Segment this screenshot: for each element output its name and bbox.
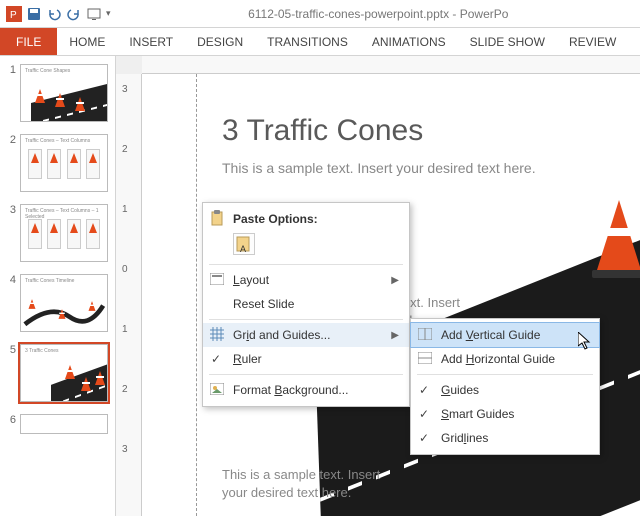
thumbnail-slide-4[interactable]: Traffic Cones Timeline — [20, 274, 108, 332]
menu-label: Reset Slide — [233, 297, 294, 311]
thumbnail-row[interactable]: 2 Traffic Cones – Text Columns — [0, 132, 115, 194]
check-icon: ✓ — [211, 352, 221, 366]
check-icon: ✓ — [419, 407, 429, 421]
powerpoint-icon: P — [6, 6, 22, 22]
menu-ruler[interactable]: ✓ Ruler — [203, 347, 409, 371]
vertical-guide-icon — [417, 328, 433, 343]
ruler-tick: 3 — [122, 84, 128, 95]
paste-options-row: A — [203, 231, 409, 261]
context-menu: Paste Options: A Layout ▶ Reset Slide Gr… — [202, 202, 410, 407]
save-icon[interactable] — [26, 6, 42, 22]
tab-transitions[interactable]: TRANSITIONS — [255, 35, 360, 49]
thumbnail-slide-2[interactable]: Traffic Cones – Text Columns — [20, 134, 108, 192]
traffic-cone-graphic — [597, 200, 640, 278]
thumbnail-slide-1[interactable]: Traffic Cone Shapes — [20, 64, 108, 122]
vertical-ruler[interactable]: 3 2 1 0 1 2 3 — [116, 74, 142, 516]
slide-subtitle[interactable]: This is a sample text. Insert your desir… — [222, 160, 536, 176]
thumbnail-number: 5 — [4, 344, 16, 356]
format-background-icon — [209, 383, 225, 398]
menu-grid-guides[interactable]: Grid and Guides... ▶ — [203, 323, 409, 347]
menu-label: Smart Guides — [441, 407, 514, 421]
clipboard-icon — [209, 210, 225, 229]
menu-add-vertical-guide[interactable]: Add Vertical Guide — [410, 322, 600, 348]
tab-home[interactable]: HOME — [57, 35, 117, 49]
thumbnail-number: 6 — [4, 414, 16, 426]
menu-label: Paste Options: — [233, 212, 318, 226]
quick-access-toolbar: P ▾ — [0, 6, 117, 22]
slide-thumbnail-panel[interactable]: 1 Traffic Cone Shapes 2 Traffic Cones – … — [0, 56, 116, 516]
tab-insert[interactable]: INSERT — [117, 35, 185, 49]
thumbnail-number: 2 — [4, 134, 16, 146]
window-title: 6112-05-traffic-cones-powerpoint.pptx - … — [117, 7, 640, 21]
menu-label: Format Background... — [233, 383, 348, 397]
submenu-arrow-icon: ▶ — [391, 275, 399, 286]
thumbnail-row[interactable]: 6 — [0, 412, 115, 436]
file-tab[interactable]: FILE — [0, 28, 57, 55]
menu-label: Ruler — [233, 352, 262, 366]
thumbnail-slide-6[interactable] — [20, 414, 108, 434]
menu-reset-slide[interactable]: Reset Slide — [203, 292, 409, 316]
layout-icon — [209, 273, 225, 288]
svg-text:A: A — [240, 244, 246, 254]
tab-animations[interactable]: ANIMATIONS — [360, 35, 458, 49]
horizontal-guide-icon — [417, 352, 433, 367]
menu-layout[interactable]: Layout ▶ — [203, 268, 409, 292]
thumbnail-number: 4 — [4, 274, 16, 286]
vertical-guide[interactable] — [196, 74, 197, 516]
menu-label: Add Vertical Guide — [441, 328, 540, 342]
menu-separator — [417, 374, 593, 375]
ruler-tick: 1 — [122, 324, 128, 335]
menu-guides[interactable]: ✓ Guides — [411, 378, 599, 402]
thumbnail-number: 1 — [4, 64, 16, 76]
titlebar: P ▾ 6112-05-traffic-cones-powerpoint.ppt… — [0, 0, 640, 28]
undo-icon[interactable] — [46, 6, 62, 22]
thumbnail-row[interactable]: 4 Traffic Cones Timeline — [0, 272, 115, 334]
check-icon: ✓ — [419, 383, 429, 397]
check-icon: ✓ — [419, 431, 429, 445]
menu-label: Gridlines — [441, 431, 488, 445]
slide-body-text[interactable]: This is a sample text. Insertyour desire… — [222, 466, 380, 502]
thumbnail-number: 3 — [4, 204, 16, 216]
horizontal-ruler[interactable] — [142, 56, 640, 74]
ruler-tick: 2 — [122, 144, 128, 155]
menu-label: Grid and Guides... — [233, 328, 330, 342]
tab-design[interactable]: DESIGN — [185, 35, 255, 49]
menu-separator — [209, 319, 403, 320]
grid-icon — [209, 327, 225, 344]
menu-label: Guides — [441, 383, 479, 397]
menu-smart-guides[interactable]: ✓ Smart Guides — [411, 402, 599, 426]
slide-title[interactable]: 3 Traffic Cones — [222, 114, 423, 148]
tab-slideshow[interactable]: SLIDE SHOW — [458, 35, 557, 49]
grid-guides-submenu: Add Vertical Guide Add Horizontal Guide … — [410, 318, 600, 455]
menu-label: Layout — [233, 273, 269, 287]
menu-gridlines[interactable]: ✓ Gridlines — [411, 426, 599, 450]
ribbon-tabs: FILE HOME INSERT DESIGN TRANSITIONS ANIM… — [0, 28, 640, 56]
menu-add-horizontal-guide[interactable]: Add Horizontal Guide — [411, 347, 599, 371]
thumbnail-row[interactable]: 3 Traffic Cones – Text Columns – 1 Selec… — [0, 202, 115, 264]
thumbnail-row[interactable]: 1 Traffic Cone Shapes — [0, 62, 115, 124]
paste-options-header: Paste Options: — [203, 207, 409, 231]
tab-review[interactable]: REVIEW — [557, 35, 628, 49]
menu-separator — [209, 264, 403, 265]
qat-dropdown-icon[interactable]: ▾ — [106, 8, 111, 19]
menu-label: Add Horizontal Guide — [441, 352, 555, 366]
ruler-tick: 1 — [122, 204, 128, 215]
thumbnail-slide-5[interactable]: 3 Traffic Cones — [20, 344, 108, 402]
ruler-tick: 0 — [122, 264, 128, 275]
start-slideshow-icon[interactable] — [86, 6, 102, 22]
thumbnail-row[interactable]: 5 3 Traffic Cones — [0, 342, 115, 404]
menu-format-background[interactable]: Format Background... — [203, 378, 409, 402]
menu-separator — [209, 374, 403, 375]
ruler-tick: 3 — [122, 444, 128, 455]
mouse-cursor — [578, 332, 594, 357]
svg-text:P: P — [10, 10, 17, 21]
thumbnail-slide-3[interactable]: Traffic Cones – Text Columns – 1 Selecte… — [20, 204, 108, 262]
paste-option-keep-source[interactable]: A — [233, 233, 255, 255]
redo-icon[interactable] — [66, 6, 82, 22]
ruler-tick: 2 — [122, 384, 128, 395]
submenu-arrow-icon: ▶ — [391, 330, 399, 341]
